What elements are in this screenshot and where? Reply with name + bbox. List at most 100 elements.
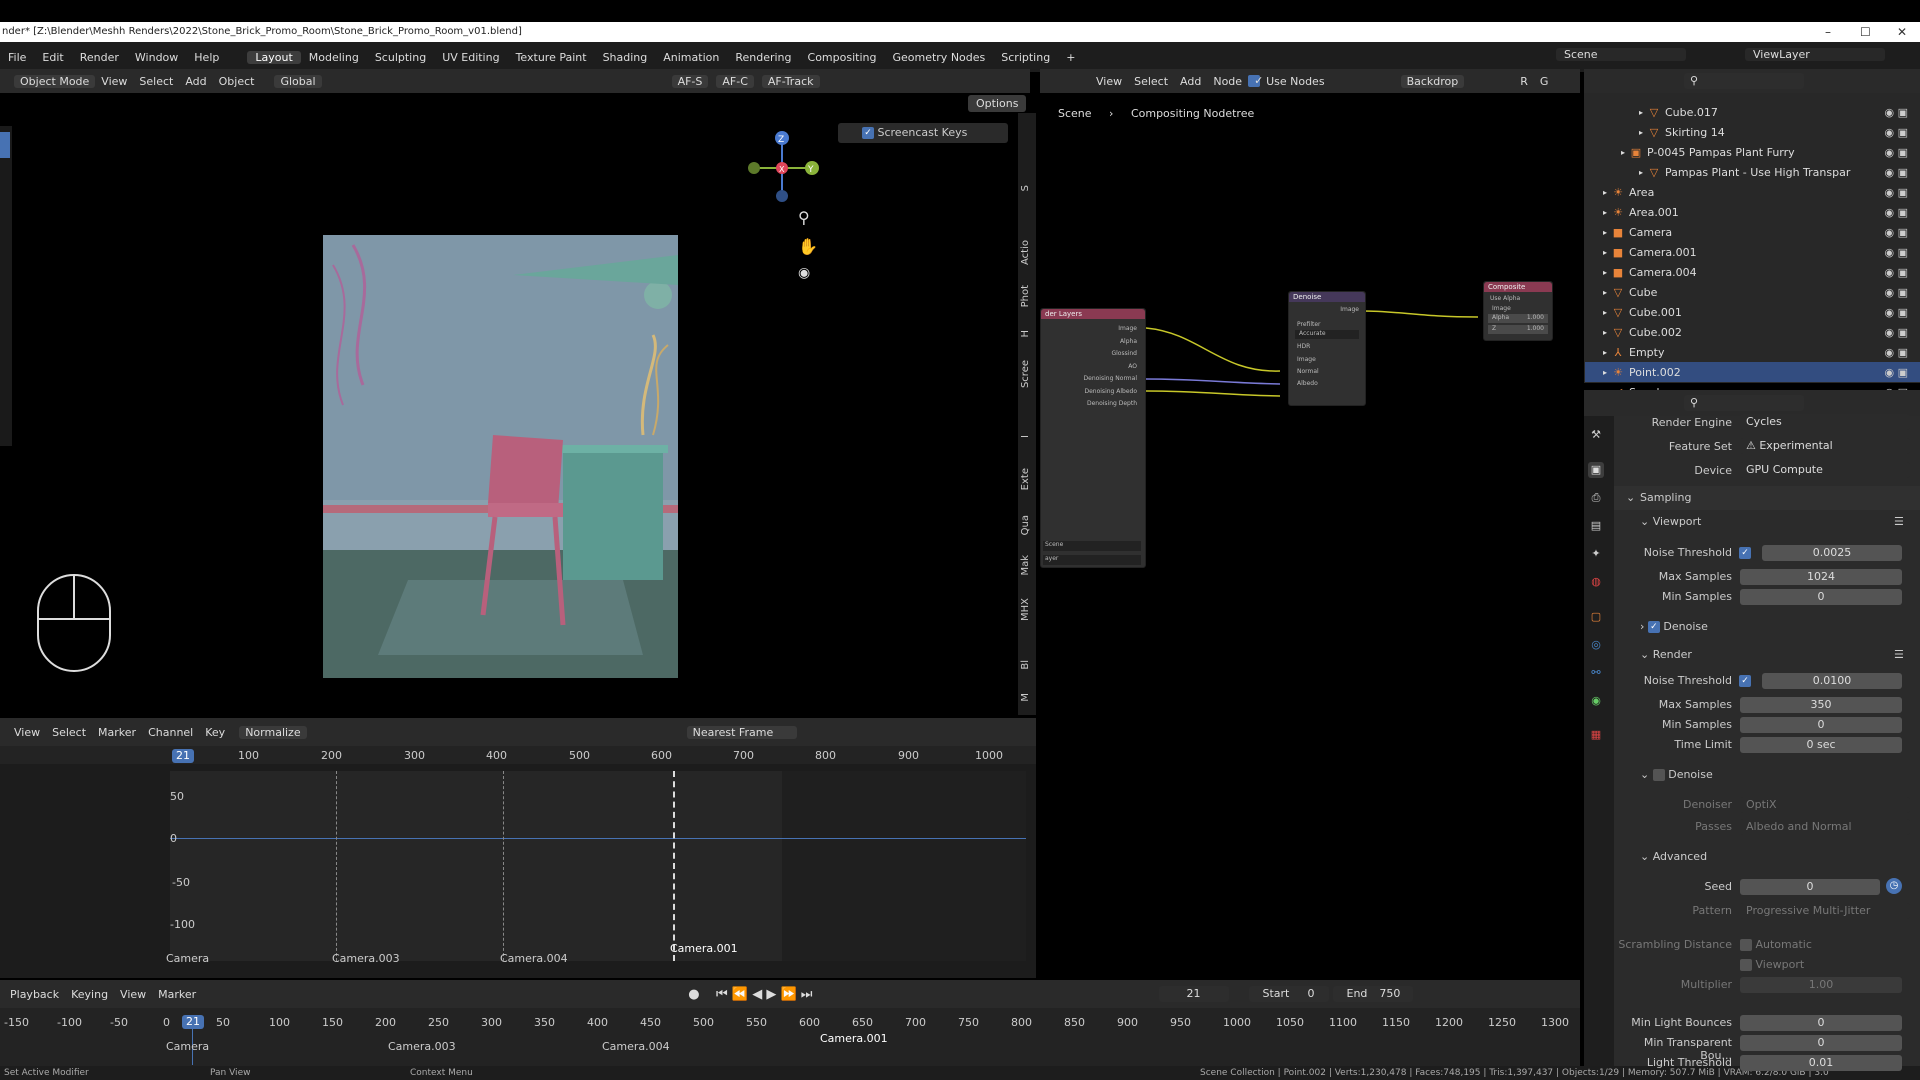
denoise-prefilter-select[interactable]: Accurate xyxy=(1295,330,1359,339)
add-workspace-button[interactable]: + xyxy=(1058,51,1083,64)
light-threshold-field[interactable]: 0.01 xyxy=(1740,1055,1902,1071)
timeline-menu-keying[interactable]: Keying xyxy=(65,988,114,1001)
feature-set-dropdown[interactable]: Experimental xyxy=(1759,439,1832,452)
expand-arrow-icon[interactable]: ▸ xyxy=(1585,328,1611,337)
expand-arrow-icon[interactable]: ▸ xyxy=(1585,268,1611,277)
playback-controls-icon[interactable]: ● ⏮ ⏪ ◀ ▶ ⏩ ⏭ xyxy=(682,987,818,1002)
dopesheet-menu-key[interactable]: Key xyxy=(199,726,231,739)
render-layers-scene[interactable]: Scene xyxy=(1043,541,1141,551)
visibility-eye-icon[interactable]: ◉ ▣ xyxy=(1885,186,1909,199)
sampling-panel-header[interactable]: ⌄ Sampling xyxy=(1614,486,1920,510)
tab-layout[interactable]: Layout xyxy=(247,50,301,64)
minimize-button[interactable]: – xyxy=(1825,22,1831,42)
sidebar-tab-mhx[interactable]: MHX xyxy=(1020,598,1034,621)
texture-tab-icon[interactable]: ▦ xyxy=(1588,727,1604,743)
visibility-eye-icon[interactable]: ◉ ▣ xyxy=(1885,326,1909,339)
menu-edit[interactable]: Edit xyxy=(34,51,71,64)
mode-selector[interactable]: Object Mode xyxy=(14,74,96,88)
dopesheet-menu-channel[interactable]: Channel xyxy=(142,726,199,739)
render-tab-icon[interactable]: ▣ xyxy=(1588,462,1604,478)
tab-modeling[interactable]: Modeling xyxy=(301,51,367,64)
compositor-menu-add[interactable]: Add xyxy=(1174,75,1207,88)
visibility-eye-icon[interactable]: ◉ ▣ xyxy=(1885,286,1909,299)
render-max-samples-field[interactable]: 350 xyxy=(1740,697,1902,713)
object-tab-icon[interactable]: ▢ xyxy=(1588,609,1604,625)
normalize-toggle[interactable]: Normalize xyxy=(239,725,307,739)
visibility-eye-icon[interactable]: ◉ ▣ xyxy=(1885,226,1909,239)
outliner-row[interactable]: ▸ ▽ Cube.017 ◉ ▣ xyxy=(1585,102,1920,122)
render-noise-threshold-field[interactable]: 0.0100 xyxy=(1762,673,1902,689)
outliner-row[interactable]: ▸ ■ Camera.001 ◉ ▣ xyxy=(1585,242,1920,262)
render-layers-layer[interactable]: ayer xyxy=(1043,555,1141,565)
pattern-dropdown[interactable]: Progressive Multi-Jitter xyxy=(1740,903,1910,919)
outliner-row[interactable]: ▸ ▽ Cube.001 ◉ ▣ xyxy=(1585,302,1920,322)
tab-uv-editing[interactable]: UV Editing xyxy=(434,51,507,64)
outliner-row[interactable]: ▸ ☀ Area.001 ◉ ▣ xyxy=(1585,202,1920,222)
preset-list-icon[interactable]: ☰ xyxy=(1894,515,1904,528)
viewport-noise-threshold-field[interactable]: 0.0025 xyxy=(1762,545,1902,561)
viewport-denoise-subpanel[interactable]: › ✓ Denoise xyxy=(1640,620,1708,633)
advanced-subpanel-header[interactable]: ⌄ Advanced xyxy=(1640,850,1707,863)
visibility-eye-icon[interactable]: ◉ ▣ xyxy=(1885,126,1909,139)
dopesheet-marker-camera[interactable]: Camera xyxy=(166,952,209,965)
af-c-button[interactable]: AF-C xyxy=(716,74,754,88)
outliner-row[interactable]: ▸ ▽ Skirting 14 ◉ ▣ xyxy=(1585,122,1920,142)
viewport-menu-view[interactable]: View xyxy=(95,75,133,88)
render-denoise-checkbox[interactable] xyxy=(1652,769,1665,781)
outliner-row[interactable]: ▸ ▽ Cube ◉ ▣ xyxy=(1585,282,1920,302)
multiplier-field[interactable]: 1.00 xyxy=(1740,977,1902,993)
outliner-row[interactable]: ▸ ■ Camera ◉ ▣ xyxy=(1585,222,1920,242)
outliner-row[interactable]: ▸ ☀ Point.002 ◉ ▣ xyxy=(1585,362,1920,382)
expand-arrow-icon[interactable]: ▸ xyxy=(1585,288,1611,297)
expand-arrow-icon[interactable]: ▸ xyxy=(1585,108,1647,117)
sidebar-tab-i[interactable]: I xyxy=(1020,435,1034,438)
menu-file[interactable]: File xyxy=(0,51,34,64)
sidebar-tab-scree[interactable]: Scree xyxy=(1020,360,1034,388)
tab-rendering[interactable]: Rendering xyxy=(727,51,799,64)
channel-g-button[interactable]: G xyxy=(1534,75,1555,88)
use-nodes-checkbox[interactable]: ✓ xyxy=(1248,75,1263,87)
min-transparent-bounces-field[interactable]: 0 xyxy=(1740,1035,1902,1051)
outliner-row[interactable]: ▸ ■ Camera.004 ◉ ▣ xyxy=(1585,262,1920,282)
dopesheet-menu-view[interactable]: View xyxy=(8,726,46,739)
menu-window[interactable]: Window xyxy=(127,51,186,64)
tab-shading[interactable]: Shading xyxy=(595,51,656,64)
dopesheet-marker-camera-003[interactable]: Camera.003 xyxy=(332,952,400,965)
viewport-scramble-checkbox[interactable] xyxy=(1740,959,1752,971)
constraints-tab-icon[interactable]: ⚯ xyxy=(1588,665,1604,681)
expand-arrow-icon[interactable]: ▸ xyxy=(1585,308,1611,317)
compositor-menu-select[interactable]: Select xyxy=(1128,75,1174,88)
outliner-row[interactable]: ▸ ☀ Area ◉ ▣ xyxy=(1585,182,1920,202)
nearest-frame-dropdown[interactable]: Nearest Frame xyxy=(686,725,797,739)
sidebar-tab-actio[interactable]: Actio xyxy=(1020,240,1034,265)
tab-compositing[interactable]: Compositing xyxy=(800,51,885,64)
properties-search[interactable]: ⚲ xyxy=(1684,395,1804,411)
render-noise-threshold-checkbox[interactable]: ✓ xyxy=(1739,675,1751,687)
backdrop-button[interactable]: Backdrop xyxy=(1400,74,1465,88)
outliner-row[interactable]: ▸ ⅄ Empty ◉ ▣ xyxy=(1585,342,1920,362)
visibility-eye-icon[interactable]: ◉ ▣ xyxy=(1885,366,1909,379)
passes-dropdown[interactable]: Albedo and Normal xyxy=(1740,819,1910,835)
render-min-samples-field[interactable]: 0 xyxy=(1740,717,1902,733)
render-subpanel-header[interactable]: ⌄ Render xyxy=(1640,648,1692,661)
view-layer-tab-icon[interactable]: ▤ xyxy=(1588,518,1604,534)
seed-clock-icon[interactable]: ◷ xyxy=(1886,878,1902,894)
visibility-eye-icon[interactable]: ◉ ▣ xyxy=(1885,206,1909,219)
viewport-scramble-toggle[interactable]: Viewport xyxy=(1740,958,1804,971)
sidebar-tab-m[interactable]: M xyxy=(1020,693,1034,702)
navigation-gizmo[interactable]: Z Y X xyxy=(740,128,820,208)
graph-editor[interactable]: 21 100 200 300 400 500 600 700 800 900 1… xyxy=(0,746,1036,978)
compositor-menu-node[interactable]: Node xyxy=(1207,75,1248,88)
viewport-menu-select[interactable]: Select xyxy=(133,75,179,88)
timeline-marker-camera-001[interactable]: Camera.001 xyxy=(820,1032,888,1045)
automatic-toggle[interactable]: Automatic xyxy=(1740,938,1812,951)
scene-selector[interactable]: Scene xyxy=(1556,48,1686,61)
timeline-marker-camera[interactable]: Camera xyxy=(166,1040,209,1053)
compositor-menu-view[interactable]: View xyxy=(1090,75,1128,88)
menu-help[interactable]: Help xyxy=(186,51,227,64)
screencast-keys-panel[interactable]: ✓ Screencast Keys xyxy=(838,123,1008,143)
preset-list-icon[interactable]: ☰ xyxy=(1894,648,1904,661)
render-layers-node[interactable]: der Layers Image Alpha Glossind AO Denoi… xyxy=(1040,308,1146,568)
sidebar-tab-exte[interactable]: Exte xyxy=(1020,468,1034,490)
composite-use-alpha[interactable]: Use Alpha xyxy=(1484,295,1552,302)
